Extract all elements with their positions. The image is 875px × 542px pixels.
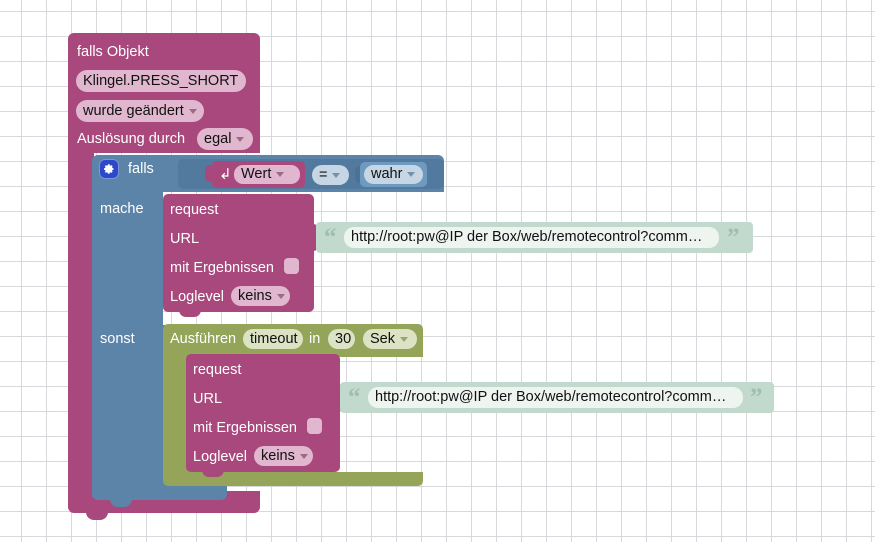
blockly-workspace[interactable]: falls Objekt Klingel.PRESS_SHORT wurde g…	[0, 0, 875, 542]
event-object-field[interactable]: Klingel.PRESS_SHORT	[76, 70, 246, 92]
quote-open-icon-else: “	[348, 384, 361, 411]
quote-open-icon-do: “	[324, 224, 337, 251]
timer-unit-dropdown[interactable]: Sek	[363, 329, 417, 349]
chevron-down-icon	[276, 172, 285, 177]
chevron-down-icon	[276, 293, 285, 299]
request-do-loglevel-label: Loglevel	[170, 289, 225, 305]
request-do-bottom-notch	[179, 310, 201, 317]
wahr-field[interactable]: wahr	[364, 165, 423, 184]
request-do-url-label: URL	[170, 231, 200, 247]
request-else-title: request	[193, 362, 242, 378]
event-block-spine	[68, 151, 94, 491]
timer-run-label: Ausführen	[170, 331, 237, 347]
request-do-results-checkbox[interactable]	[284, 258, 299, 274]
request-do-loglevel-dropdown[interactable]: keins	[231, 286, 290, 306]
request-do-loglevel-value: keins	[238, 287, 272, 304]
timer-delay-field[interactable]: 30	[328, 329, 355, 349]
return-arrow-icon: ↲	[219, 166, 232, 183]
timer-unit-value: Sek	[370, 330, 395, 347]
chevron-down-icon	[407, 172, 416, 177]
operator-value: =	[319, 166, 328, 183]
url-string-do-field[interactable]: http://root:pw@IP der Box/web/remotecont…	[344, 227, 719, 248]
quote-close-icon-do: ”	[727, 224, 740, 251]
wahr-field-value: wahr	[371, 166, 403, 183]
chevron-down-icon	[236, 136, 245, 142]
request-else-bottom-notch	[202, 470, 224, 477]
do-label: mache	[100, 201, 144, 217]
if-block-else-spine	[92, 325, 163, 482]
wert-field[interactable]: Wert	[234, 165, 300, 184]
request-else-url-label: URL	[193, 391, 223, 407]
timer-name-field[interactable]: timeout	[243, 329, 303, 349]
gear-icon[interactable]	[100, 160, 118, 178]
event-condition-dropdown[interactable]: wurde geändert	[76, 100, 204, 122]
quote-close-icon-else: ”	[750, 384, 763, 411]
timer-block-bottom-notch	[179, 475, 201, 482]
event-block-title: falls Objekt	[77, 44, 149, 60]
wert-field-value: Wert	[241, 166, 272, 183]
request-else-loglevel-value: keins	[261, 447, 295, 464]
request-do-title: request	[170, 202, 219, 218]
if-label: falls	[128, 161, 154, 177]
else-label: sonst	[100, 331, 135, 347]
chevron-down-icon	[188, 108, 197, 114]
event-trigger-dropdown[interactable]: egal	[197, 128, 253, 150]
request-do-results-label: mit Ergebnissen	[170, 260, 274, 276]
chevron-down-icon	[332, 172, 341, 178]
event-trigger-value: egal	[204, 130, 232, 147]
event-trigger-label: Auslösung durch	[77, 131, 186, 147]
chevron-down-icon	[299, 453, 308, 459]
url-string-else-field[interactable]: http://root:pw@IP der Box/web/remotecont…	[368, 387, 743, 408]
request-else-results-checkbox[interactable]	[307, 418, 322, 434]
request-else-results-label: mit Ergebnissen	[193, 420, 297, 436]
event-block-bottom-notch	[86, 512, 108, 520]
timer-in-label: in	[309, 331, 321, 347]
operator-dropdown[interactable]: =	[312, 165, 349, 185]
request-else-loglevel-label: Loglevel	[193, 449, 248, 465]
request-else-loglevel-dropdown[interactable]: keins	[254, 446, 313, 466]
timer-block-foot	[163, 472, 423, 486]
chevron-down-icon	[400, 336, 408, 342]
event-condition-label: wurde geändert	[83, 102, 184, 119]
